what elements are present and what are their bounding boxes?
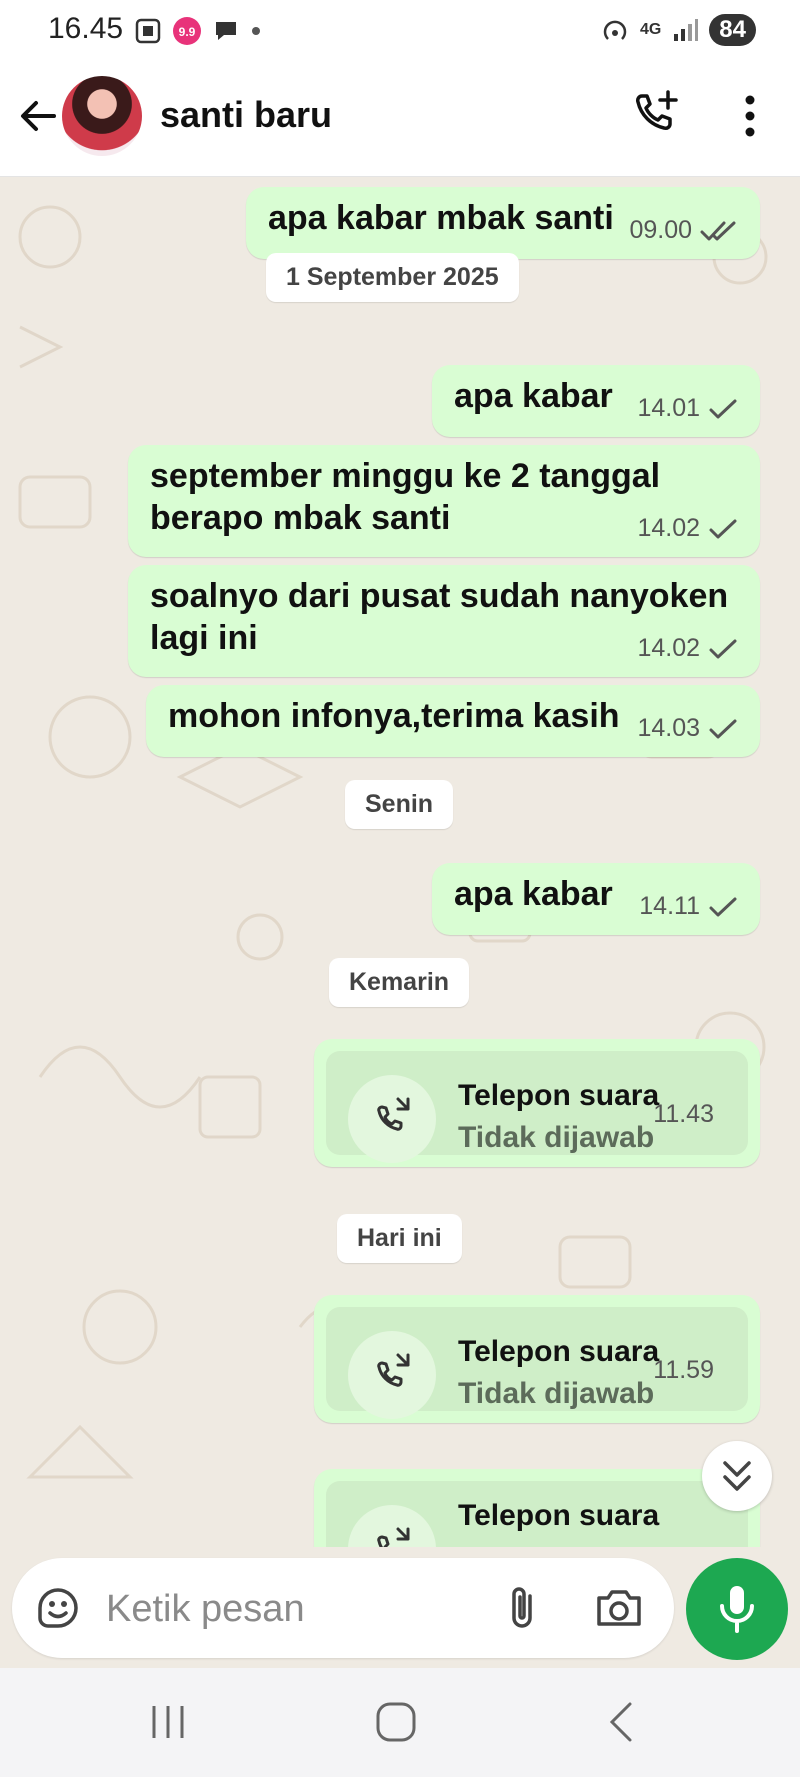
call-time: 11.43 (653, 1100, 714, 1128)
message-text: mohon infonya,terima kasih (168, 697, 620, 735)
call-title: Telepon suara (458, 1499, 660, 1532)
message-time: 14.01 (637, 394, 700, 422)
message-meta: 14.03 (637, 714, 738, 743)
back-nav-icon[interactable] (602, 1700, 642, 1744)
chat-header: santi baru (0, 58, 800, 177)
microphone-icon (720, 1586, 754, 1633)
svg-text:9.9: 9.9 (179, 25, 196, 39)
message-bubble[interactable]: soalnyo dari pusat sudah nanyoken lagi i… (128, 565, 760, 677)
date-separator: 1 September 2025 (266, 253, 519, 302)
message-bubble[interactable]: apa kabar 14.11 (432, 863, 760, 935)
double-chevron-down-icon (723, 1461, 751, 1491)
status-bar: 16.45 9.9 4G 84 (0, 0, 800, 58)
app-badge-icon: 9.9 (173, 17, 201, 45)
attach-icon[interactable] (500, 1582, 544, 1634)
message-time: 14.02 (637, 634, 700, 662)
check-icon (709, 719, 737, 738)
battery-level: 84 (709, 14, 756, 46)
screenshot-icon (135, 18, 161, 44)
double-check-icon (700, 221, 736, 240)
check-icon (709, 399, 737, 418)
message-meta: 14.01 (637, 394, 738, 423)
camera-icon[interactable] (594, 1584, 644, 1632)
message-input[interactable] (104, 1578, 488, 1640)
contact-avatar[interactable] (62, 76, 142, 156)
notification-icons: 9.9 (134, 16, 262, 46)
call-icon-wrap (348, 1331, 436, 1419)
call-status: Tidak dijawab (458, 1377, 655, 1410)
date-separator: Senin (345, 780, 454, 829)
network-type: 4G (639, 21, 662, 38)
call-bubble[interactable]: Telepon suara (314, 1469, 760, 1547)
recent-apps-icon[interactable] (148, 1700, 188, 1744)
call-card: Telepon suara Tidak dijawab 11.43 (326, 1051, 748, 1163)
check-icon (709, 639, 737, 658)
call-bubble[interactable]: Telepon suara Tidak dijawab 11.43 (314, 1039, 760, 1167)
date-separator: Kemarin (329, 958, 470, 1007)
missed-call-icon (377, 1527, 410, 1547)
message-meta: 14.02 (637, 514, 738, 543)
call-title: Telepon suara (458, 1335, 660, 1368)
message-text: apa kabar (454, 875, 613, 913)
call-status: Tidak dijawab (458, 1121, 655, 1154)
system-icons: 4G 84 (600, 14, 756, 46)
message-time: 09.00 (629, 216, 692, 244)
call-card: Telepon suara Tidak dijawab 11.59 (326, 1307, 748, 1419)
date-separator: Hari ini (337, 1214, 462, 1263)
system-nav-bar (0, 1668, 800, 1777)
call-bubble[interactable]: Telepon suara Tidak dijawab 11.59 (314, 1295, 760, 1423)
hotspot-icon (603, 20, 627, 40)
check-icon (709, 519, 737, 538)
back-arrow-icon[interactable] (16, 94, 60, 138)
message-meta: 14.11 (639, 892, 738, 921)
call-icon-wrap (348, 1075, 436, 1163)
call-time: 11.59 (653, 1356, 714, 1384)
message-bubble[interactable]: mohon infonya,terima kasih 14.03 (146, 685, 760, 757)
message-bubble[interactable]: september minggu ke 2 tanggal berapo mba… (128, 445, 760, 557)
missed-call-icon (377, 1097, 410, 1131)
call-title: Telepon suara (458, 1079, 660, 1112)
message-text: september minggu ke 2 tanggal berapo mba… (150, 457, 661, 537)
message-time: 14.03 (637, 714, 700, 742)
message-text: apa kabar mbak santi (268, 199, 614, 237)
check-icon (709, 897, 737, 916)
chat-notification-icon (216, 22, 236, 40)
status-time: 16.45 (48, 12, 124, 45)
message-text: apa kabar (454, 377, 613, 415)
signal-icon (674, 19, 699, 41)
sticker-icon[interactable] (34, 1584, 82, 1632)
message-time: 14.02 (637, 514, 700, 542)
message-bubble[interactable]: apa kabar 14.01 (432, 365, 760, 437)
more-options-icon[interactable] (738, 94, 762, 138)
message-time: 14.11 (639, 892, 700, 920)
call-card: Telepon suara (326, 1481, 748, 1547)
message-meta: 09.00 (629, 216, 738, 245)
chat-area[interactable]: apa kabar mbak santi 09.00 1 September 2… (0, 177, 800, 1547)
call-icon-wrap (348, 1505, 436, 1547)
voice-message-button[interactable] (686, 1558, 788, 1660)
missed-call-icon (377, 1353, 410, 1387)
message-meta: 14.02 (637, 634, 738, 663)
more-notifications-icon (252, 27, 260, 35)
home-icon[interactable] (374, 1700, 418, 1744)
add-call-icon[interactable] (630, 88, 682, 140)
scroll-to-bottom-button[interactable] (702, 1441, 772, 1511)
message-bubble[interactable]: apa kabar mbak santi 09.00 (246, 187, 760, 259)
contact-name[interactable]: santi baru (160, 94, 332, 136)
message-composer (12, 1558, 674, 1658)
